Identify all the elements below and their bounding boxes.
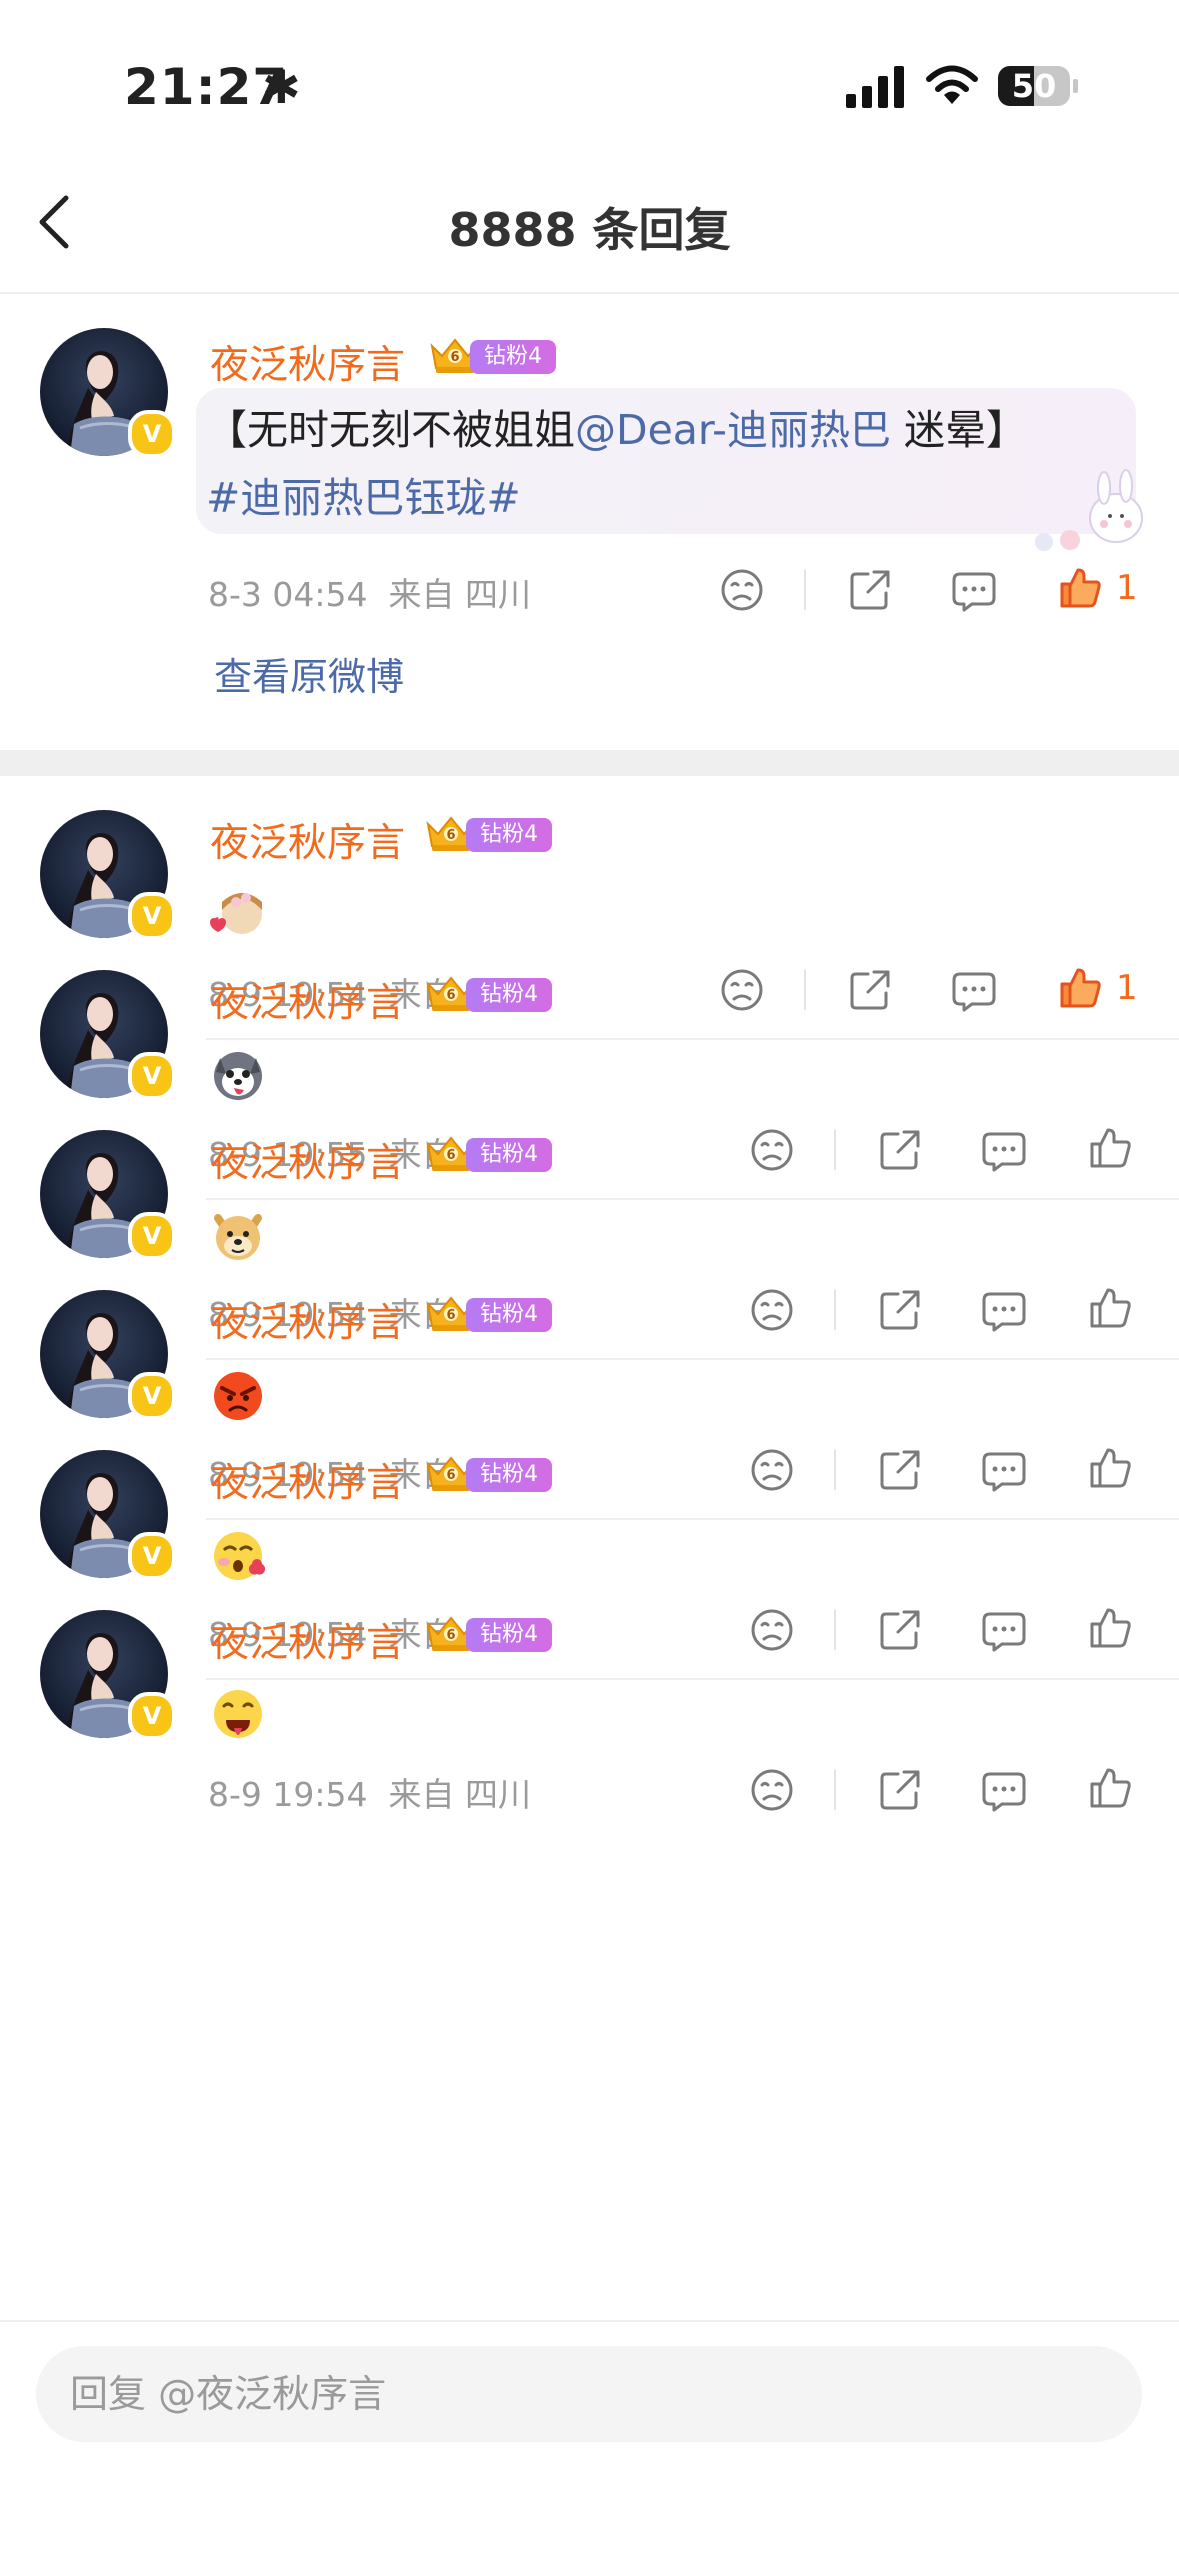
doge-emoji [214,1214,262,1260]
username[interactable]: 夜泛秋序言 [210,1612,405,1668]
comment-meta: 8-3 04:54 来自 四川 [208,568,531,616]
dislike-icon[interactable] [748,1766,796,1814]
row-separator [206,1198,1179,1200]
fan-badge-label: 钻粉4 [466,1138,552,1172]
verified-icon: V [128,1692,176,1740]
share-icon[interactable] [876,1286,924,1334]
username[interactable]: 夜泛秋序言 [210,812,405,868]
row-separator [206,1038,1179,1040]
comment-text-start: 【无时无刻不被姐姐 [206,406,575,454]
fan-badge-label: 钻粉4 [470,340,556,374]
comment-icon[interactable] [980,1766,1028,1814]
comment-text-end: 迷晕】 [890,406,1027,454]
comment-icon[interactable] [980,1126,1028,1174]
dislike-icon[interactable] [748,1606,796,1654]
verified-icon: V [128,892,176,940]
battery-percent: 50 [1011,67,1057,105]
share-icon[interactable] [876,1126,924,1174]
fan-badge[interactable]: 钻粉4 [424,972,554,1014]
husky-emoji [214,1052,262,1100]
nav-bar: 8888 条回复 [0,150,1179,294]
divider [804,570,806,610]
row-separator [206,1678,1179,1680]
fan-badge[interactable]: 钻粉4 [424,1132,554,1174]
username[interactable]: 夜泛秋序言 [210,1452,405,1508]
fan-badge[interactable]: 钻粉4 [424,812,554,854]
fan-badge-label: 钻粉4 [466,978,552,1012]
like-icon[interactable] [1086,1604,1134,1652]
share-icon[interactable] [876,1446,924,1494]
cellular-signal-icon [846,66,904,108]
comment-time: 8-3 04:54 [208,575,368,614]
divider [834,1770,836,1810]
reply-meta: 8-9 19:54 来自 四川 [208,1768,531,1816]
page-title: 8888 条回复 [448,203,731,257]
divider [834,1610,836,1650]
like-icon[interactable] [1056,564,1104,612]
like-icon[interactable] [1056,964,1104,1012]
dislike-icon[interactable] [748,1446,796,1494]
comment-text: 【无时无刻不被姐姐@Dear-迪丽热巴 迷晕】 #迪丽热巴钰珑# [206,396,1126,532]
comment-icon[interactable] [980,1606,1028,1654]
fan-badge-label: 钻粉4 [466,1618,552,1652]
fan-badge[interactable]: 钻粉4 [424,1612,554,1654]
divider [804,970,806,1010]
reply-input[interactable] [36,2346,1142,2442]
share-icon[interactable] [876,1606,924,1654]
fan-badge-label: 钻粉4 [466,818,552,852]
comment-icon[interactable] [980,1286,1028,1334]
adoring-emoji [214,1532,266,1580]
username[interactable]: 夜泛秋序言 [210,334,405,390]
comment-icon[interactable] [980,1446,1028,1494]
dislike-icon[interactable] [748,1286,796,1334]
fan-badge[interactable]: 钻粉4 [424,1292,554,1334]
like-icon[interactable] [1086,1444,1134,1492]
reply-source: 来自 四川 [388,1775,531,1814]
share-icon[interactable] [876,1766,924,1814]
share-icon[interactable] [846,966,894,1014]
fan-badge-label: 钻粉4 [466,1298,552,1332]
like-icon[interactable] [1086,1124,1134,1172]
section-divider [0,750,1179,776]
status-bar: 21:27 ✱ 50 [0,0,1179,150]
row-separator [206,1358,1179,1360]
comment-icon[interactable] [950,566,998,614]
comment-source: 来自 四川 [388,575,531,614]
fan-badge[interactable]: 钻粉4 [428,334,558,376]
shy-love-emoji [210,893,262,934]
view-original-link[interactable]: 查看原微博 [214,646,404,701]
comment-icon[interactable] [950,966,998,1014]
fan-badge-label: 钻粉4 [466,1458,552,1492]
divider [834,1130,836,1170]
verified-icon: V [128,1372,176,1420]
verified-icon: V [128,1052,176,1100]
reply-bar [0,2320,1179,2558]
verified-icon: V [128,410,176,458]
drool-emoji [214,1690,262,1738]
divider [834,1290,836,1330]
focus-mode-icon: ✱ [262,60,301,114]
like-count: 1 [1116,568,1138,608]
username[interactable]: 夜泛秋序言 [210,972,405,1028]
wifi-icon [926,65,978,104]
username[interactable]: 夜泛秋序言 [210,1132,405,1188]
verified-icon: V [128,1212,176,1260]
divider [834,1450,836,1490]
username[interactable]: 夜泛秋序言 [210,1292,405,1348]
like-icon[interactable] [1086,1284,1134,1332]
verified-icon: V [128,1532,176,1580]
angry-emoji [214,1370,262,1420]
fan-badge[interactable]: 钻粉4 [424,1452,554,1494]
reply-time: 8-9 19:54 [208,1775,368,1814]
mention-link[interactable]: @Dear-迪丽热巴 [575,406,891,454]
row-separator [206,1518,1179,1520]
like-icon[interactable] [1086,1764,1134,1812]
battery-icon: 50 [998,66,1078,106]
dislike-icon[interactable] [718,566,766,614]
dislike-icon[interactable] [748,1126,796,1174]
hashtag-link[interactable]: #迪丽热巴钰珑# [206,474,521,522]
share-icon[interactable] [846,566,894,614]
like-count: 1 [1116,968,1138,1008]
dislike-icon[interactable] [718,966,766,1014]
